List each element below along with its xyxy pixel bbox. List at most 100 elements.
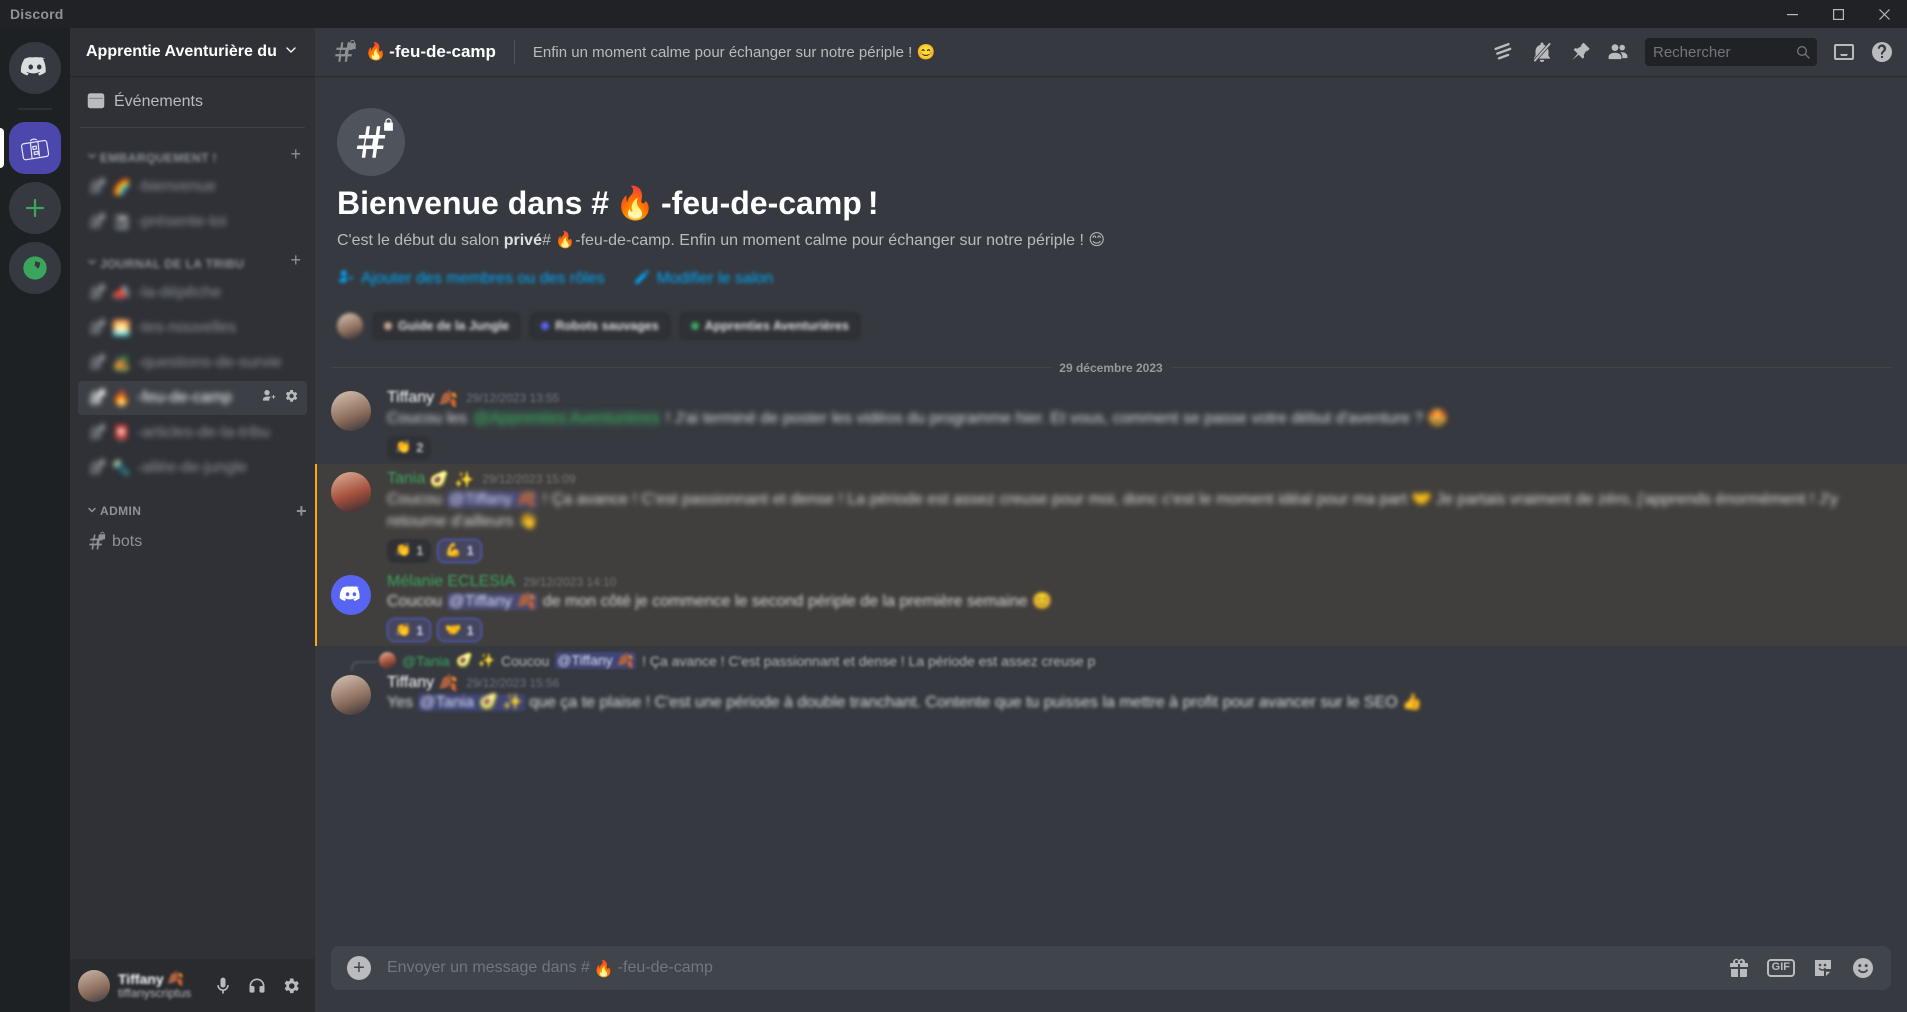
- role-label: Robots sauvages: [555, 318, 659, 333]
- message-author[interactable]: Tiffany 🍂: [387, 673, 458, 692]
- avatar[interactable]: [331, 471, 371, 512]
- channel-item-la-depeche[interactable]: 📣 -la-dépêche: [78, 276, 307, 310]
- reaction-chip[interactable]: 👏 1: [387, 618, 432, 643]
- message-row[interactable]: Tiffany 🍂 29/12/2023 13:55 Coucou les @A…: [315, 383, 1907, 464]
- channel-sidebar: Apprentie Aventurière du S Événements EM…: [70, 28, 315, 1012]
- channel-name: -allée-de-jungle: [136, 459, 247, 476]
- channel-item-bots[interactable]: bots: [78, 525, 307, 559]
- gif-icon[interactable]: GIF: [1766, 959, 1795, 977]
- message-row[interactable]: Tania 🥑 ✨ 29/12/2023 15:09 Coucou @Tiffa…: [315, 463, 1907, 567]
- message-timestamp: 29/12/2023 14:10: [523, 574, 617, 589]
- category-header-admin[interactable]: ADMIN +: [70, 486, 315, 524]
- rail-divider: [18, 108, 52, 110]
- members-icon[interactable]: [1601, 35, 1635, 69]
- user-mention[interactable]: @Tiffany 🍂: [446, 490, 539, 508]
- category-header-journal[interactable]: JOURNAL DE LA TRIBU: [70, 240, 315, 275]
- message-list[interactable]: Bienvenue dans # 🔥 -feu-de-camp ! C'est …: [315, 76, 1907, 946]
- role-chip-guide[interactable]: Guide de la Jungle: [373, 312, 521, 339]
- avatar[interactable]: [331, 574, 371, 615]
- hash-lock-icon: [86, 422, 106, 443]
- sticker-icon[interactable]: [1811, 956, 1835, 980]
- status-dot: [541, 321, 550, 330]
- gift-icon[interactable]: [1727, 956, 1751, 980]
- channel-emoji: 🔦: [112, 458, 131, 477]
- reply-spine: [351, 661, 377, 672]
- category-header-embarquement[interactable]: EMBARQUEMENT !: [70, 134, 315, 169]
- user-meta: Tiffany 🍂 tiffanyscriptus: [118, 971, 199, 1001]
- message-author[interactable]: Mélanie ECLESIA: [387, 573, 515, 591]
- user-mention[interactable]: @Tiffany 🍂: [446, 592, 539, 610]
- reaction-chip[interactable]: 👏 2: [387, 435, 432, 460]
- server-rail: [0, 28, 70, 1012]
- headphones-icon[interactable]: [241, 970, 273, 1002]
- gear-icon[interactable]: [275, 970, 307, 1002]
- message-body: Mélanie ECLESIA 29/12/2023 14:10 Coucou …: [387, 573, 1859, 643]
- sidebar-item-events[interactable]: Événements: [78, 85, 307, 119]
- minimize-button[interactable]: [1769, 0, 1815, 28]
- channel-title: 🔥 -feu-de-camp: [365, 42, 496, 62]
- add-members-link[interactable]: Ajouter des membres ou des rôles: [337, 268, 605, 291]
- role-chip-apprenties[interactable]: Apprenties Aventurières: [679, 312, 860, 339]
- discord-home-icon[interactable]: [9, 42, 61, 94]
- reaction-chip[interactable]: 💪 1: [437, 538, 482, 563]
- channel-settings-gear-icon[interactable]: [283, 388, 299, 409]
- search-placeholder: Rechercher: [1653, 43, 1731, 61]
- server-button-wrap: [0, 122, 70, 174]
- reaction-chip[interactable]: 🤝 1: [437, 618, 482, 643]
- add-server-wrap: [0, 182, 70, 234]
- message-reactions: 👏 2: [387, 435, 1859, 460]
- avatar[interactable]: [331, 675, 371, 716]
- channel-item-bienvenue[interactable]: 🌈 -bienvenue: [78, 170, 307, 204]
- window-controls: [1769, 0, 1907, 28]
- message-text-post: ! Ça avance ! C'est passionnant et dense…: [387, 490, 1838, 530]
- avatar[interactable]: [331, 390, 371, 431]
- message-timestamp: 29/12/2023 15:56: [466, 675, 560, 690]
- channel-item-allee-de-jungle[interactable]: 🔦 -allée-de-jungle: [78, 451, 307, 485]
- attach-plus-icon[interactable]: +: [347, 956, 371, 980]
- message-author[interactable]: Tiffany 🍂: [387, 389, 458, 408]
- bell-off-icon[interactable]: [1525, 35, 1559, 69]
- message-author[interactable]: Tania 🥑 ✨: [387, 470, 474, 489]
- composer-placeholder-pre: Envoyer un message dans #: [387, 959, 590, 976]
- inbox-icon[interactable]: [1827, 35, 1861, 69]
- reaction-count: 1: [416, 543, 424, 559]
- channel-item-feu-de-camp[interactable]: 🔥 -feu-de-camp: [78, 381, 307, 415]
- close-button[interactable]: [1861, 0, 1907, 28]
- message-row[interactable]: @Tania 🥑 ✨ Coucou @Tiffany 🍂 ! Ça avance…: [315, 646, 1907, 716]
- server-icon-apprentie-aventuriere[interactable]: [9, 122, 61, 174]
- fire-icon: 🔥: [365, 42, 387, 62]
- channel-name: -la-dépêche: [136, 284, 222, 301]
- channel-item-tes-nouvelles[interactable]: 🌅 -tes-nouvelles: [78, 311, 307, 345]
- pin-icon[interactable]: [1563, 35, 1597, 69]
- compass-icon[interactable]: [9, 242, 61, 294]
- avatar[interactable]: [337, 312, 363, 339]
- maximize-button[interactable]: [1815, 0, 1861, 28]
- user-mention[interactable]: @Tania 🥑 ✨: [417, 694, 525, 712]
- server-header[interactable]: Apprentie Aventurière du S: [70, 28, 315, 76]
- edit-channel-link[interactable]: Modifier le salon: [633, 268, 773, 291]
- message-composer[interactable]: + Envoyer un message dans # 🔥 -feu-de-ca…: [331, 946, 1891, 990]
- channel-item-presente-toi[interactable]: 📓 -présente-toi: [78, 205, 307, 239]
- reply-context[interactable]: @Tania 🥑 ✨ Coucou @Tiffany 🍂 ! Ça avance…: [331, 650, 1891, 672]
- role-mention[interactable]: @Apprenties Aventurières: [471, 409, 662, 427]
- message-row[interactable]: Mélanie ECLESIA 29/12/2023 14:10 Coucou …: [315, 566, 1907, 647]
- channel-item-questions-de-survie[interactable]: 🏕️ -questions-de-survie: [78, 346, 307, 380]
- add-channel-button[interactable]: +: [296, 502, 307, 520]
- channel-roles: Guide de la Jungle Robots sauvages Appre…: [337, 312, 1887, 339]
- add-members-link-label: Ajouter des membres ou des rôles: [361, 270, 605, 288]
- create-invite-icon[interactable]: [261, 388, 277, 409]
- user-mention[interactable]: @Tiffany 🍂: [555, 652, 637, 670]
- microphone-icon[interactable]: [207, 970, 239, 1002]
- threads-icon[interactable]: [1487, 35, 1521, 69]
- emoji-icon[interactable]: [1851, 956, 1875, 980]
- channel-name: bots: [112, 533, 143, 550]
- search-input[interactable]: Rechercher: [1645, 38, 1817, 66]
- hash-lock-icon: [86, 457, 106, 478]
- channel-item-articles-de-la-tribu[interactable]: 📮 -articles-de-la-tribu: [78, 416, 307, 450]
- help-icon[interactable]: [1865, 35, 1899, 69]
- message-input[interactable]: Envoyer un message dans # 🔥 -feu-de-camp: [387, 959, 1711, 978]
- role-chip-robots[interactable]: Robots sauvages: [530, 312, 670, 339]
- reaction-chip[interactable]: 👏 1: [387, 538, 432, 563]
- add-server-icon[interactable]: [9, 182, 61, 234]
- avatar[interactable]: [78, 969, 110, 1002]
